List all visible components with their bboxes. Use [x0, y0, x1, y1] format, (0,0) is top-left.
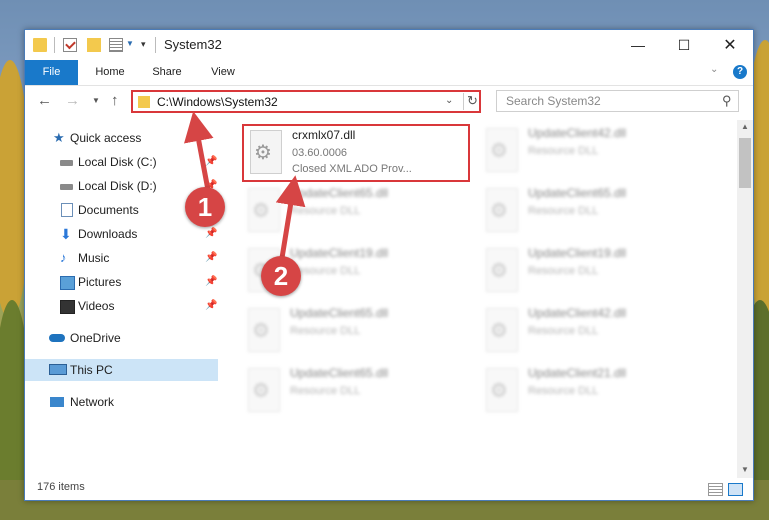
annotation-arrows [184, 111, 306, 259]
arrow-1 [184, 111, 214, 191]
step-2-badge: 2 [261, 256, 301, 296]
step-1-badge: 1 [185, 187, 225, 227]
arrow-2 [275, 175, 306, 259]
